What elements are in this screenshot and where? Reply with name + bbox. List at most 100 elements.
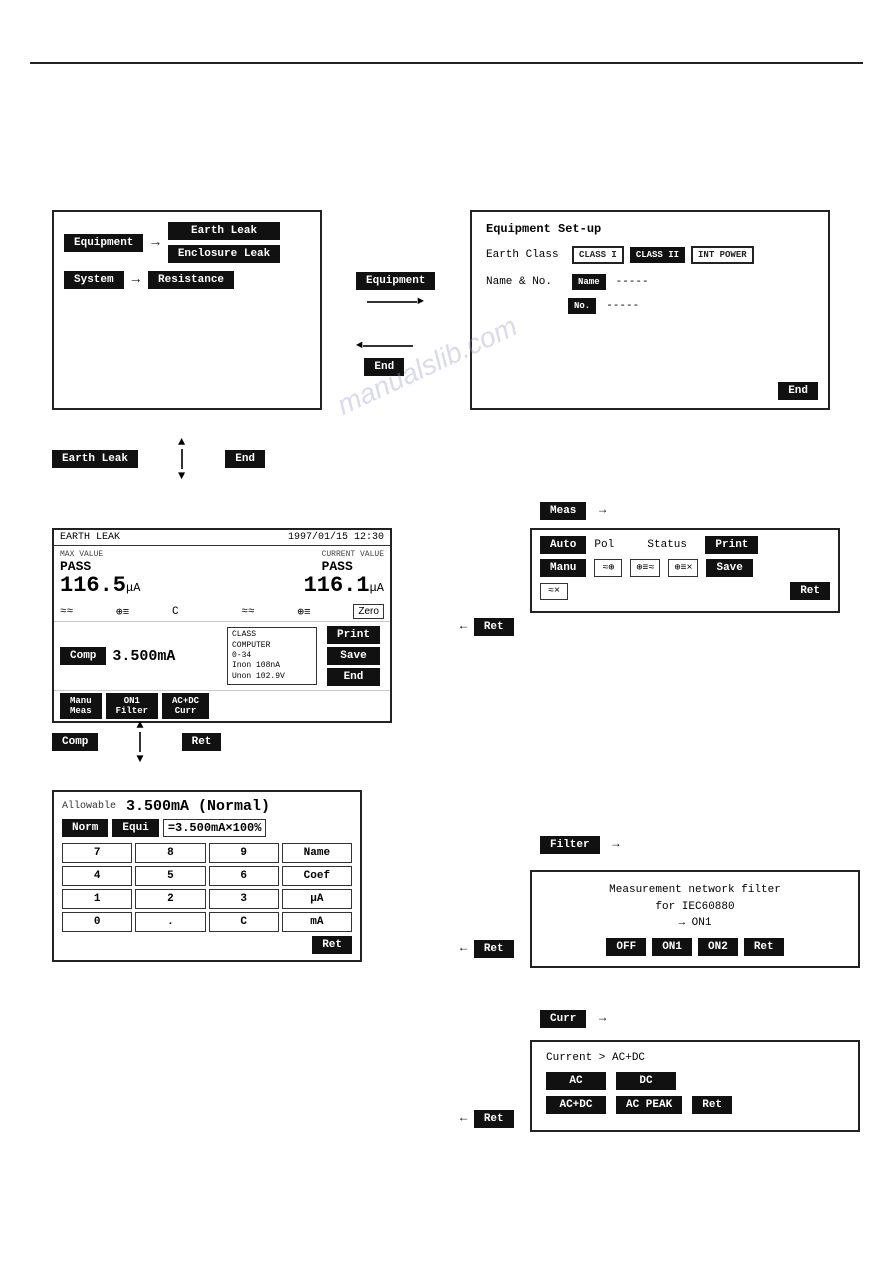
menu-box: Equipment → Earth Leak Enclosure Leak Sy… [52, 210, 322, 410]
filter-label-area: Filter → [540, 836, 619, 854]
curr-ret-btn[interactable]: Ret [692, 1096, 732, 1114]
ret-btn-right[interactable]: Ret [790, 582, 830, 600]
setup-end-btn[interactable]: End [778, 382, 818, 400]
num2-btn[interactable]: 2 [135, 889, 205, 909]
filter-on1-btn[interactable]: ON1 [652, 938, 692, 956]
name-btn[interactable]: Name [572, 274, 606, 290]
filter-title: Measurement network filter for IEC60880 … [546, 882, 844, 932]
coef-btn[interactable]: Coef [282, 866, 352, 886]
meas-bottom-row: ManuMeas ON1Filter AC+DCCurr [54, 690, 390, 721]
meas-label-area: Meas → [540, 502, 606, 520]
clear-btn[interactable]: C [209, 912, 279, 932]
manu-meas-btn[interactable]: ManuMeas [60, 693, 102, 719]
manu-btn[interactable]: Manu [540, 559, 586, 577]
meas-end-btn[interactable]: End [327, 668, 380, 686]
filter-off-btn[interactable]: OFF [606, 938, 646, 956]
save-btn-right[interactable]: Save [706, 559, 752, 577]
acdc-btn[interactable]: AC+DC [546, 1096, 606, 1114]
ret-comp-btn[interactable]: Ret [182, 733, 222, 751]
left-arrow-ret2: ← [460, 941, 467, 955]
norm-btn[interactable]: Norm [62, 819, 108, 837]
up-arrow-icon: ▲ [178, 435, 185, 449]
ret1-btn[interactable]: Ret [474, 618, 514, 636]
num3-btn[interactable]: 3 [209, 889, 279, 909]
meas-side-btns: Print Save End [323, 624, 384, 688]
meas-btn[interactable]: Meas [540, 502, 586, 520]
class1-btn[interactable]: CLASS I [572, 246, 624, 264]
dot-btn[interactable]: . [135, 912, 205, 932]
earth-leak-end-btn[interactable]: End [225, 450, 265, 468]
no-row: No. ----- [568, 298, 814, 314]
earth-leak-btn[interactable]: Earth Leak [168, 222, 280, 240]
num0-btn[interactable]: 0 [62, 912, 132, 932]
filter-main-btn[interactable]: Filter [540, 836, 600, 854]
filter-ret-btn[interactable]: Ret [744, 938, 784, 956]
comp-ret-btn[interactable]: Ret [312, 936, 352, 954]
no-btn[interactable]: No. [568, 298, 596, 314]
print-btn-right[interactable]: Print [705, 536, 758, 554]
acdc-curr-btn[interactable]: AC+DCCurr [162, 693, 209, 719]
curr-title: Current > AC+DC [546, 1052, 844, 1064]
icon-sym1: ⊕≡ [116, 605, 129, 619]
meas-readings-row: 116.5μA 116.1μA [54, 574, 390, 602]
dc-btn[interactable]: DC [616, 1072, 676, 1090]
curr-unit: μA [370, 581, 384, 595]
allowable-label: Allowable [62, 801, 116, 812]
max-label: MAX VALUE [60, 550, 103, 559]
menu-system-row: System → Resistance [64, 271, 310, 289]
ret3-btn[interactable]: Ret [474, 1110, 514, 1128]
num9-btn[interactable]: 9 [209, 843, 279, 863]
left-arrow-line: ◄ [356, 340, 413, 352]
comp-main-btn[interactable]: Comp [52, 733, 98, 751]
enclosure-leak-btn[interactable]: Enclosure Leak [168, 245, 280, 263]
ma-btn[interactable]: mA [282, 912, 352, 932]
ac-peak-btn[interactable]: AC PEAK [616, 1096, 682, 1114]
num1-btn[interactable]: 1 [62, 889, 132, 909]
system-btn[interactable]: System [64, 271, 124, 289]
equipment-btn[interactable]: Equipment [64, 234, 143, 252]
equipment-label-btn[interactable]: Equipment [356, 272, 435, 290]
meas-comp-btn[interactable]: Comp [60, 647, 106, 665]
no-dash: ----- [606, 300, 639, 312]
meas-save-btn[interactable]: Save [327, 647, 380, 665]
name-comp-btn[interactable]: Name [282, 843, 352, 863]
equi-btn[interactable]: Equi [112, 819, 158, 837]
ret3-area: ← Ret [460, 1110, 514, 1128]
icon-c: C [172, 606, 179, 618]
setup-box: Equipment Set-up Earth Class CLASS I CLA… [470, 210, 830, 410]
auto-btn[interactable]: Auto [540, 536, 586, 554]
comp-formula-row: Norm Equi =3.500mA×100% [62, 819, 352, 837]
num5-btn[interactable]: 5 [135, 866, 205, 886]
class2-btn[interactable]: CLASS II [630, 247, 685, 263]
down-arrow-icon: ▼ [178, 469, 185, 483]
h-line-left [363, 345, 413, 347]
zero-btn[interactable]: Zero [353, 604, 384, 619]
arrow-right-system: → [132, 272, 140, 288]
comp-top: Allowable 3.500mA (Normal) [62, 798, 352, 815]
num7-btn[interactable]: 7 [62, 843, 132, 863]
curr-label: CURRENT VALUE [322, 550, 384, 559]
earth-leak-main-btn[interactable]: Earth Leak [52, 450, 138, 468]
ret1-area: ← Ret [460, 618, 514, 636]
num8-btn[interactable]: 8 [135, 843, 205, 863]
ret2-btn[interactable]: Ret [474, 940, 514, 958]
curr-main-btn[interactable]: Curr [540, 1010, 586, 1028]
on1-filter-btn[interactable]: ON1Filter [106, 693, 158, 719]
meas-print-btn[interactable]: Print [327, 626, 380, 644]
up-arrow2: ▲ [136, 718, 143, 732]
icon-wave1: ≈≈ [60, 606, 73, 618]
int-power-btn[interactable]: INT POWER [691, 246, 754, 264]
max-unit: μA [126, 581, 140, 595]
v-line-mid [181, 449, 183, 469]
num6-btn[interactable]: 6 [209, 866, 279, 886]
arrow-right-icon: ► [417, 296, 424, 308]
ua-btn[interactable]: μA [282, 889, 352, 909]
curr-box: Current > AC+DC AC DC AC+DC AC PEAK Ret [530, 1040, 860, 1132]
resistance-btn[interactable]: Resistance [148, 271, 234, 289]
icon-box4: ≈× [540, 583, 568, 600]
ac-btn[interactable]: AC [546, 1072, 606, 1090]
end-label-btn[interactable]: End [364, 358, 404, 376]
menu-equipment-row: Equipment → Earth Leak Enclosure Leak [64, 222, 310, 263]
filter-on2-btn[interactable]: ON2 [698, 938, 738, 956]
num4-btn[interactable]: 4 [62, 866, 132, 886]
